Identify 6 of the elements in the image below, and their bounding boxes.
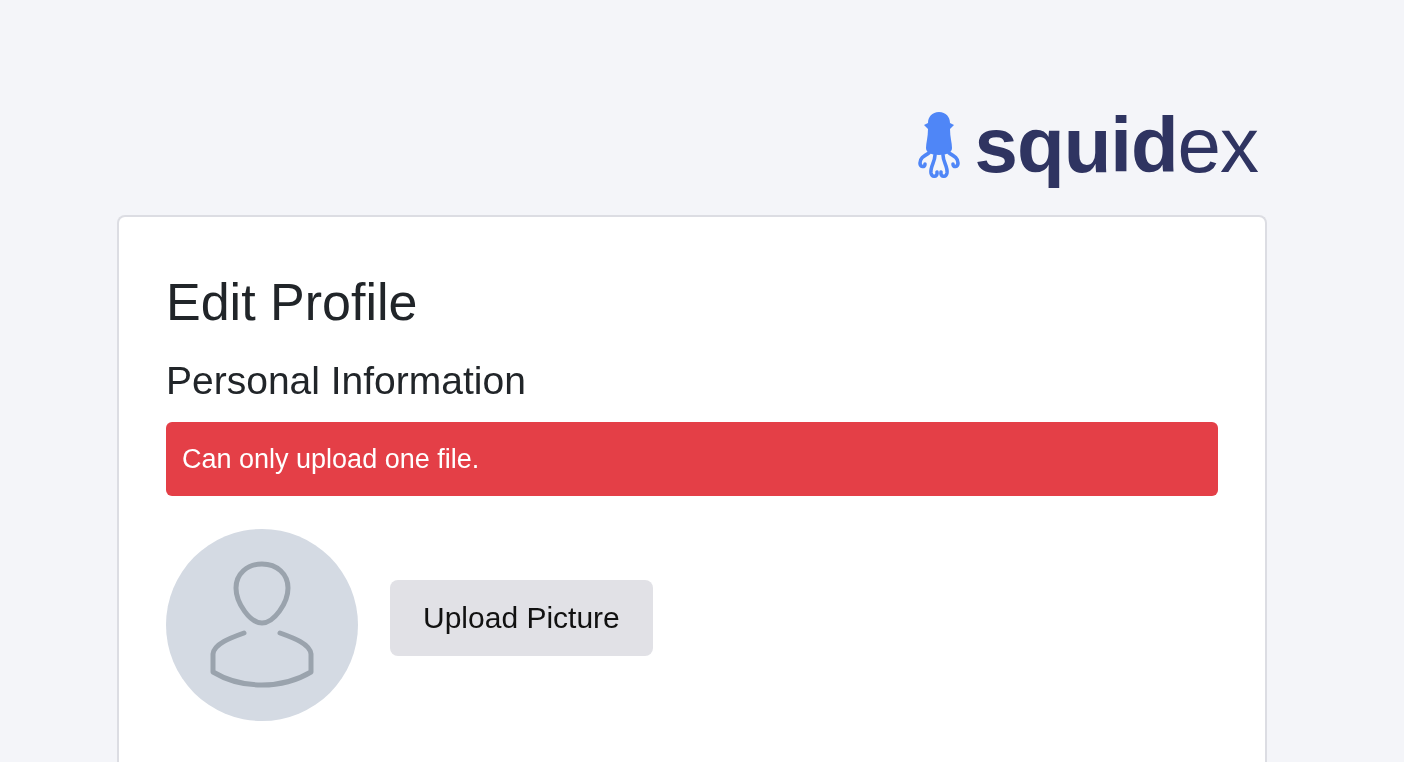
person-icon — [210, 561, 314, 690]
error-alert: Can only upload one file. — [166, 422, 1218, 497]
section-title: Personal Information — [166, 358, 527, 405]
page-title: Edit Profile — [166, 272, 419, 333]
squid-icon — [917, 111, 960, 179]
upload-picture-button[interactable]: Upload Picture — [390, 580, 653, 657]
